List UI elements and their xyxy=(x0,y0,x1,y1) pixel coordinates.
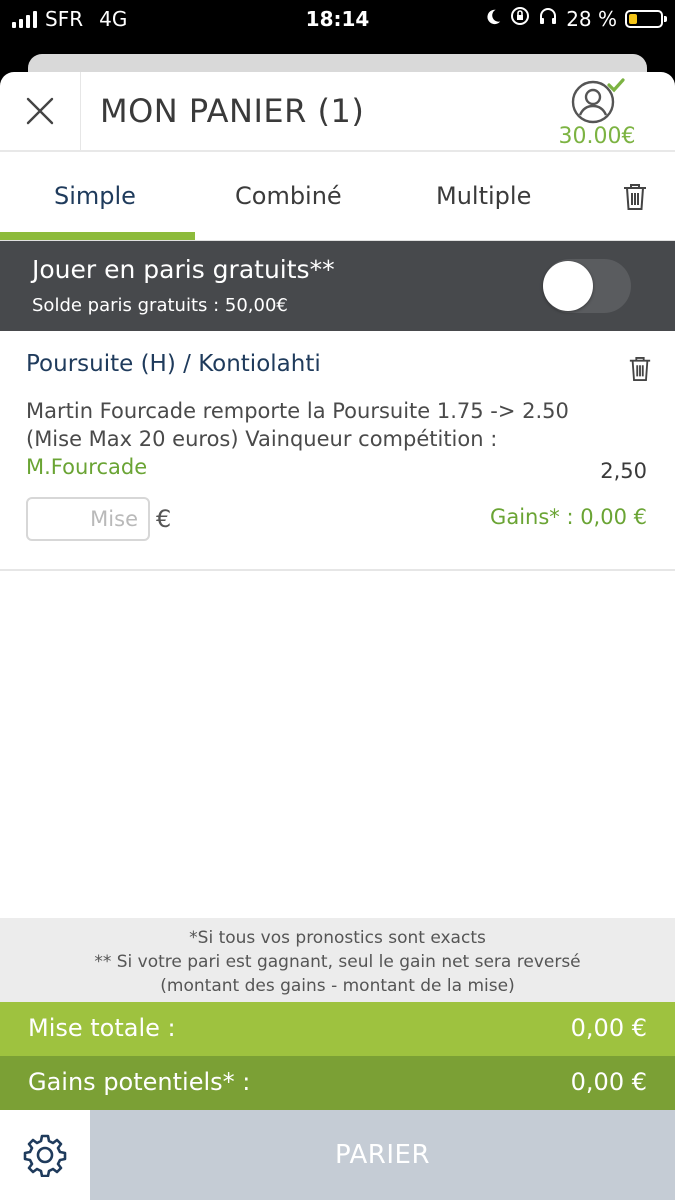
close-button[interactable] xyxy=(0,72,81,150)
moon-icon xyxy=(484,7,502,31)
footnote-line-2: ** Si votre pari est gagnant, seul le ga… xyxy=(94,952,581,972)
footnote-line-1: *Si tous vos pronostics sont exacts xyxy=(189,928,486,948)
trash-icon xyxy=(629,357,651,381)
page-title: MON PANIER (1) xyxy=(100,92,365,130)
tab-combine[interactable]: Combiné xyxy=(235,182,342,210)
total-stake-label: Mise totale : xyxy=(28,1014,176,1042)
clear-basket-button[interactable] xyxy=(622,182,648,216)
remove-bet-button[interactable] xyxy=(628,355,652,387)
total-stake-value: 0,00 € xyxy=(570,1014,647,1042)
gear-icon xyxy=(23,1134,67,1177)
basket-sheet: MON PANIER (1) 30.00€ Simple Combiné Mul… xyxy=(0,72,675,1200)
bet-odds: 2,50 xyxy=(600,459,647,483)
bet-card: Poursuite (H) / Kontiolahti Martin Fourc… xyxy=(0,331,675,571)
free-bets-title: Jouer en paris gratuits** xyxy=(32,255,335,284)
bet-description: Martin Fourcade remporte la Poursuite 1.… xyxy=(26,397,586,481)
rotation-lock-icon xyxy=(510,6,530,31)
settings-button[interactable] xyxy=(0,1110,90,1200)
user-check-icon xyxy=(571,78,625,124)
stake-input[interactable] xyxy=(26,497,150,541)
trash-icon xyxy=(624,184,646,210)
tab-multiple[interactable]: Multiple xyxy=(436,182,531,210)
status-bar: SFR 4G 18:14 28 % xyxy=(0,0,675,40)
free-bets-toggle[interactable] xyxy=(543,259,631,313)
footnote: *Si tous vos pronostics sont exacts ** S… xyxy=(0,918,675,1002)
headphones-icon xyxy=(538,6,558,31)
toggle-knob xyxy=(543,261,593,311)
account-button[interactable]: 30.00€ xyxy=(547,76,647,149)
free-bets-balance: Solde paris gratuits : 50,00€ xyxy=(32,295,288,316)
balance-amount: 30.00€ xyxy=(558,124,636,149)
bet-description-text: Martin Fourcade remporte la Poursuite 1.… xyxy=(26,399,569,451)
currency-symbol: € xyxy=(156,505,172,533)
bet-selection: M.Fourcade xyxy=(26,455,148,479)
potential-gains-value: 0,00 € xyxy=(570,1068,647,1096)
battery-percent: 28 % xyxy=(566,6,617,31)
bet-event: Poursuite (H) / Kontiolahti xyxy=(26,351,321,377)
potential-gains-label: Gains potentiels* : xyxy=(28,1068,251,1096)
battery-icon xyxy=(625,9,667,28)
bet-gains: Gains* : 0,00 € xyxy=(490,505,647,529)
basket-header: MON PANIER (1) 30.00€ xyxy=(0,72,675,152)
total-stake-row: Mise totale : 0,00 € xyxy=(0,1002,675,1056)
active-tab-indicator xyxy=(0,232,195,240)
footnote-line-3: (montant des gains - montant de la mise) xyxy=(160,976,515,996)
close-icon xyxy=(26,97,54,125)
free-bets-banner: Jouer en paris gratuits** Solde paris gr… xyxy=(0,241,675,331)
place-bet-button[interactable]: PARIER xyxy=(90,1110,675,1200)
potential-gains-row: Gains potentiels* : 0,00 € xyxy=(0,1056,675,1110)
tab-simple[interactable]: Simple xyxy=(54,182,136,210)
bet-type-tabs: Simple Combiné Multiple xyxy=(0,152,675,241)
bottom-actions: PARIER xyxy=(0,1110,675,1200)
